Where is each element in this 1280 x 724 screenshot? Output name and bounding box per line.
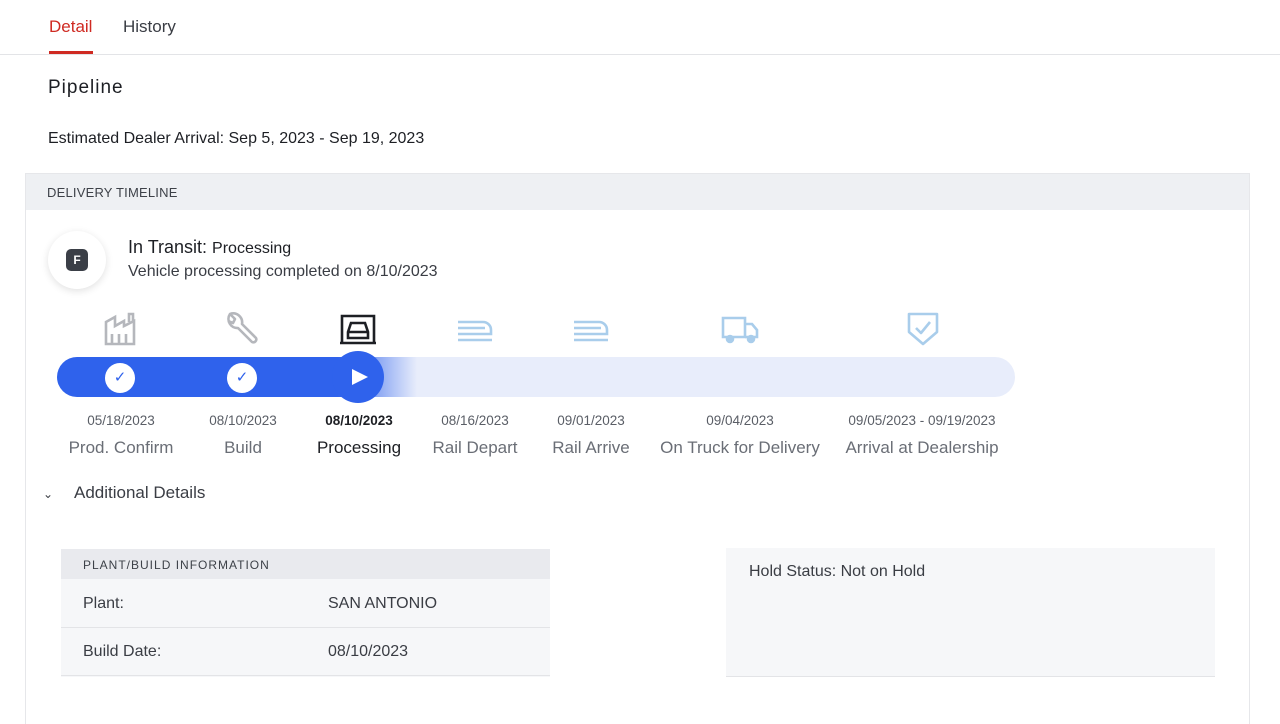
tab-bar: Detail History bbox=[0, 0, 1280, 55]
progress-track bbox=[57, 357, 1015, 397]
status-title: In Transit: Processing bbox=[128, 237, 291, 258]
stage-label-arrival: Arrival at Dealership bbox=[845, 438, 999, 457]
rail-depart-icon bbox=[458, 320, 493, 342]
status-letter-icon: F bbox=[66, 249, 88, 271]
status-subtitle: Processing bbox=[212, 240, 292, 257]
card-header-label: DELIVERY TIMELINE bbox=[47, 185, 178, 200]
active-tab-indicator bbox=[49, 51, 93, 54]
plant-value: SAN ANTONIO bbox=[328, 595, 438, 612]
stage-date: 09/04/2023 bbox=[706, 413, 774, 428]
plant-info-header-label: PLANT/BUILD INFORMATION bbox=[83, 558, 270, 572]
hold-status-panel: Hold Status: Not on Hold bbox=[726, 548, 1215, 677]
plant-row: Plant: SAN ANTONIO bbox=[61, 580, 550, 628]
hold-status: Hold Status: Not on Hold bbox=[749, 563, 926, 580]
truck-icon bbox=[721, 316, 759, 344]
tab-history[interactable]: History bbox=[123, 17, 176, 37]
rail-arrive-icon bbox=[574, 320, 609, 342]
build-date-value: 08/10/2023 bbox=[328, 643, 409, 660]
wrench-icon bbox=[227, 312, 258, 344]
page-title: Pipeline bbox=[48, 77, 124, 98]
stage-date: 09/05/2023 - 09/19/2023 bbox=[848, 413, 996, 428]
check-icon: ✓ bbox=[227, 363, 257, 393]
plant-info-header: PLANT/BUILD INFORMATION bbox=[61, 549, 550, 579]
additional-details-toggle[interactable]: ⌄ Additional Details bbox=[43, 483, 205, 503]
check-icon: ✓ bbox=[105, 363, 135, 393]
card-header: DELIVERY TIMELINE bbox=[26, 174, 1249, 210]
factory-icon bbox=[104, 312, 136, 346]
status-title-label: In Transit: bbox=[128, 237, 208, 257]
build-date-row: Build Date: 08/10/2023 bbox=[61, 628, 550, 676]
vehicle-processing-icon bbox=[340, 314, 376, 345]
build-date-key: Build Date: bbox=[83, 643, 162, 660]
shield-check-icon bbox=[907, 312, 939, 346]
chevron-down-icon: ⌄ bbox=[43, 487, 54, 501]
additional-details-label: Additional Details bbox=[74, 483, 206, 502]
estimated-arrival: Estimated Dealer Arrival: Sep 5, 2023 - … bbox=[48, 130, 425, 147]
delivery-timeline-card: DELIVERY TIMELINE F In Transit: Processi… bbox=[25, 173, 1250, 724]
status-detail: Vehicle processing completed on 8/10/202… bbox=[128, 263, 438, 280]
plant-build-info: PLANT/BUILD INFORMATION Plant: SAN ANTON… bbox=[61, 549, 550, 677]
status-avatar: F bbox=[48, 231, 106, 289]
tab-detail[interactable]: Detail bbox=[49, 17, 92, 37]
current-stage-play-icon bbox=[332, 351, 384, 403]
plant-key: Plant: bbox=[83, 595, 124, 612]
